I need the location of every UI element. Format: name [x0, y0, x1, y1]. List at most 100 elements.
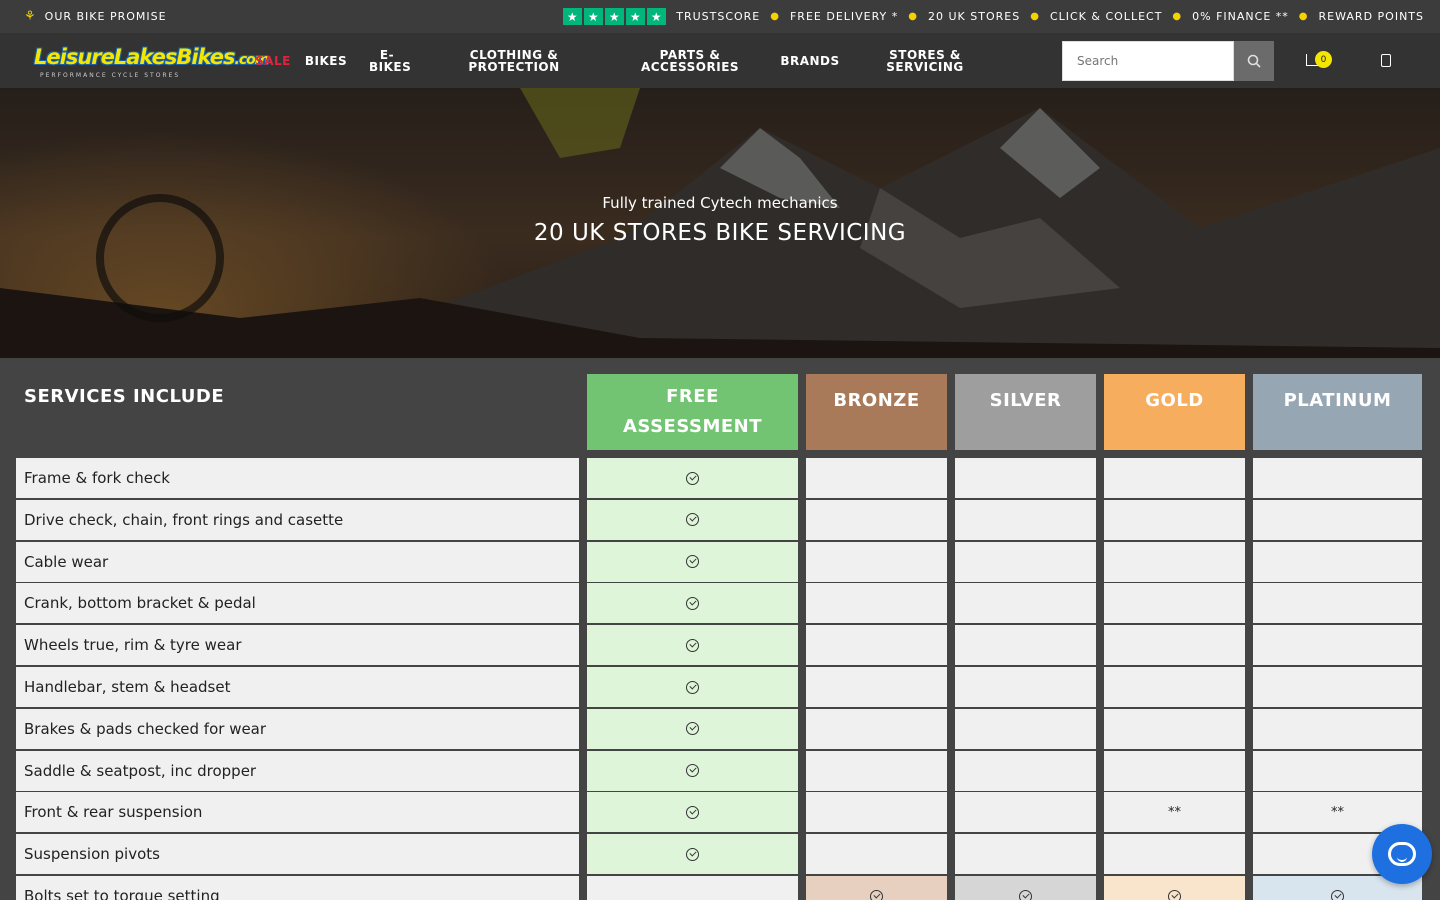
- separator-dot-icon: ●: [770, 11, 780, 22]
- table-cell: **: [1104, 792, 1245, 833]
- main-navigation: LeisureLakesBikes.com PERFORMANCE CYCLE …: [0, 33, 1440, 88]
- table-row-label: Suspension pivots: [16, 834, 579, 875]
- table-cell: [1253, 458, 1422, 498]
- nav-item-sale[interactable]: SALE: [250, 33, 296, 88]
- search-form: [1062, 41, 1274, 81]
- table-cell: [1104, 583, 1245, 624]
- search-button[interactable]: [1234, 41, 1274, 81]
- search-input[interactable]: [1062, 41, 1234, 81]
- table-cell-note: **: [1168, 804, 1181, 820]
- promo-item[interactable]: 0% FINANCE **: [1192, 10, 1289, 23]
- check-circle-icon: [686, 471, 699, 485]
- promo-item[interactable]: 20 UK STORES: [928, 10, 1020, 23]
- table-cell: [1253, 541, 1422, 582]
- table-cell: [1104, 667, 1245, 707]
- site-logo[interactable]: LeisureLakesBikes.com PERFORMANCE CYCLE …: [34, 45, 269, 79]
- table-row-label: Front & rear suspension: [16, 792, 579, 833]
- table-cell: [587, 541, 798, 582]
- table-cell: [587, 499, 798, 540]
- tier-header-platinum: PLATINUM: [1253, 374, 1422, 450]
- table-cell: [955, 458, 1096, 498]
- separator-dot-icon: ●: [1298, 11, 1309, 22]
- cart-button[interactable]: 0: [1306, 51, 1336, 71]
- star-icon: ★: [584, 8, 604, 25]
- table-cell: [1104, 541, 1245, 582]
- promo-item[interactable]: REWARD POINTS: [1319, 10, 1424, 23]
- star-icon: ★: [563, 8, 583, 25]
- trustpilot-stars[interactable]: ★ ★ ★ ★ ★: [563, 8, 667, 25]
- table-cell: [806, 750, 947, 791]
- nav-item-bikes[interactable]: BIKES: [300, 33, 352, 88]
- hero-banner: Fully trained Cytech mechanics 20 UK STO…: [0, 88, 1440, 358]
- promo-items: ● FREE DELIVERY * ● 20 UK STORES ● CLICK & CO…: [770, 10, 1424, 23]
- nav-item-stores[interactable]: STORES & SERVICING: [870, 33, 980, 88]
- table-row-label: Frame & fork check: [16, 458, 579, 498]
- table-cell: [806, 583, 947, 624]
- table-cell: [1253, 625, 1422, 666]
- services-table: SERVICES INCLUDE FREE ASSESSMENT BRONZE SI…: [0, 358, 1440, 900]
- nav-item-brands[interactable]: BRANDS: [776, 33, 844, 88]
- check-circle-icon: [686, 722, 699, 736]
- nav-item-parts[interactable]: PARTS & ACCESSORIES: [620, 33, 760, 88]
- check-circle-icon: [686, 805, 699, 819]
- table-cell: [1104, 834, 1245, 875]
- table-cell: [1104, 876, 1245, 900]
- table-cell: [1104, 750, 1245, 791]
- services-heading: SERVICES INCLUDE: [24, 386, 225, 407]
- user-icon[interactable]: [1381, 54, 1391, 67]
- star-icon: ★: [647, 8, 667, 25]
- check-circle-icon: [686, 555, 699, 569]
- trustscore-label[interactable]: TRUSTSCORE: [676, 10, 760, 23]
- table-cell: [806, 625, 947, 666]
- check-circle-icon: [686, 764, 699, 778]
- table-cell: [1253, 499, 1422, 540]
- table-row-label: Handlebar, stem & headset: [16, 667, 579, 707]
- table-row-label: Drive check, chain, front rings and case…: [16, 499, 579, 540]
- table-cell: [587, 458, 798, 498]
- table-cell: [1253, 667, 1422, 707]
- table-cell: [955, 541, 1096, 582]
- table-cell: [587, 583, 798, 624]
- table-cell: [955, 792, 1096, 833]
- promo-list: ★ ★ ★ ★ ★ TRUSTSCORE ● FREE DELIVERY * ● 20 UK …: [563, 0, 1424, 33]
- search-icon: [1247, 54, 1261, 68]
- table-cell: [806, 458, 947, 498]
- check-circle-icon: [686, 680, 699, 694]
- table-cell: [806, 876, 947, 900]
- table-cell: [955, 708, 1096, 749]
- chat-button[interactable]: [1372, 824, 1432, 884]
- separator-dot-icon: ●: [1030, 11, 1040, 22]
- table-cell: [955, 750, 1096, 791]
- table-row-label: Cable wear: [16, 541, 579, 582]
- table-row-label: Wheels true, rim & tyre wear: [16, 625, 579, 666]
- hero-title: 20 UK STORES BIKE SERVICING: [533, 220, 907, 246]
- top-promo-bar: ⚘ OUR BIKE PROMISE ★ ★ ★ ★ ★ TRUSTSCORE ● FRE…: [0, 0, 1440, 33]
- check-circle-icon: [686, 596, 699, 610]
- bike-promise-link[interactable]: ⚘ OUR BIKE PROMISE: [24, 0, 167, 33]
- table-cell: [806, 499, 947, 540]
- table-row-label: Brakes & pads checked for wear: [16, 708, 579, 749]
- table-cell: [955, 499, 1096, 540]
- check-circle-icon: [686, 638, 699, 652]
- tier-header-bronze: BRONZE: [806, 374, 947, 450]
- tier-header-free-assessment: FREE ASSESSMENT: [587, 374, 798, 450]
- promo-item[interactable]: FREE DELIVERY *: [790, 10, 898, 23]
- separator-dot-icon: ●: [908, 11, 919, 22]
- table-row-label: Saddle & seatpost, inc dropper: [16, 750, 579, 791]
- hero-subtitle: Fully trained Cytech mechanics: [602, 194, 838, 212]
- table-cell: [806, 792, 947, 833]
- separator-dot-icon: ●: [1172, 11, 1183, 22]
- logo-wordmark: LeisureLakesBikes.com: [34, 45, 269, 69]
- check-circle-icon: [686, 513, 699, 527]
- table-cell: [1253, 708, 1422, 749]
- table-cell: [587, 750, 798, 791]
- table-cell: [1253, 750, 1422, 791]
- table-row-label: Crank, bottom bracket & pedal: [16, 583, 579, 624]
- promo-item[interactable]: CLICK & COLLECT: [1050, 10, 1162, 23]
- table-cell: [806, 541, 947, 582]
- table-cell: [955, 876, 1096, 900]
- check-circle-icon: [686, 847, 699, 861]
- nav-item-ebikes[interactable]: E- BIKES: [362, 33, 412, 88]
- nav-item-clothing[interactable]: CLOTHING & PROTECTION: [444, 33, 584, 88]
- table-cell: [587, 667, 798, 707]
